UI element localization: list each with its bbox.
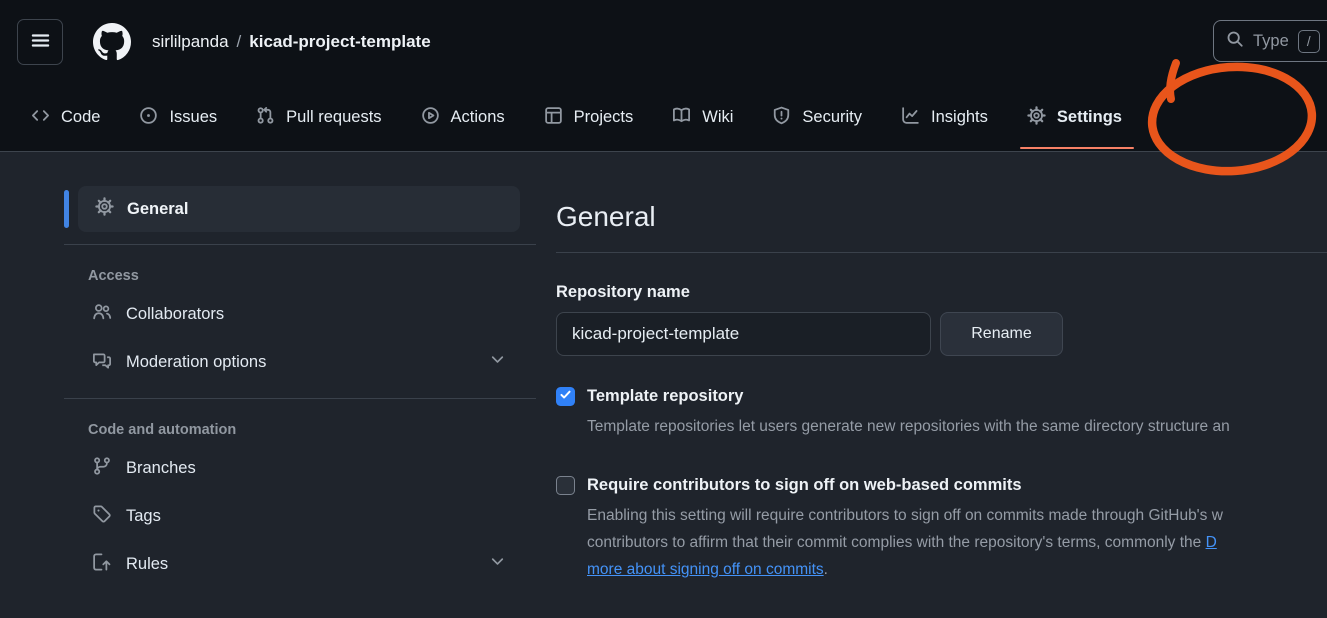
tab-code[interactable]: Code <box>31 84 100 151</box>
issue-opened-icon <box>139 106 158 130</box>
signoff-description-line1: Enabling this setting will require contr… <box>587 502 1327 529</box>
sidebar-item-collaborators[interactable]: Collaborators <box>64 290 536 338</box>
repository-name-input[interactable] <box>556 312 931 356</box>
sidebar-item-rules[interactable]: Rules <box>64 540 536 588</box>
tab-label: Security <box>802 108 862 127</box>
check-icon <box>559 388 572 406</box>
sidebar-item-label: Branches <box>126 459 506 478</box>
sidebar-item-label: Collaborators <box>126 305 506 324</box>
tab-actions[interactable]: Actions <box>421 84 505 151</box>
repository-name-row: Rename <box>556 312 1327 356</box>
tab-issues[interactable]: Issues <box>139 84 217 151</box>
breadcrumb-separator: / <box>229 32 250 52</box>
tab-pull-requests[interactable]: Pull requests <box>256 84 381 151</box>
sidebar-item-general-row: General <box>64 186 536 232</box>
hamburger-menu-button[interactable] <box>17 19 63 65</box>
settings-sidebar: General Access Collaborators Moderation … <box>64 186 536 588</box>
sidebar-item-tags[interactable]: Tags <box>64 492 536 540</box>
tag-icon <box>92 504 112 529</box>
signoff-description-line3: more about signing off on commits. <box>587 556 1327 583</box>
template-repository-checkbox[interactable] <box>556 387 575 406</box>
app-header: sirlilpanda / kicad-project-template Typ… <box>0 0 1327 152</box>
shield-icon <box>772 106 791 130</box>
tab-label: Projects <box>574 108 634 127</box>
tab-wiki[interactable]: Wiki <box>672 84 733 151</box>
rules-icon <box>92 552 112 577</box>
sidebar-divider <box>64 244 536 245</box>
sidebar-item-label: Moderation options <box>126 353 475 372</box>
code-icon <box>31 106 50 130</box>
three-bars-icon <box>30 30 51 54</box>
tab-label: Wiki <box>702 108 733 127</box>
tab-label: Issues <box>169 108 217 127</box>
template-repository-row: Template repository <box>556 387 1327 406</box>
sidebar-divider <box>64 398 536 399</box>
chevron-down-icon[interactable] <box>489 351 506 373</box>
rename-button[interactable]: Rename <box>940 312 1063 356</box>
tab-label: Code <box>61 108 100 127</box>
sidebar-item-label: General <box>127 200 188 219</box>
table-icon <box>544 106 563 130</box>
gear-icon <box>1027 106 1046 130</box>
sidebar-item-label: Rules <box>126 555 475 574</box>
sidebar-item-branches[interactable]: Branches <box>64 444 536 492</box>
tab-security[interactable]: Security <box>772 84 862 151</box>
github-logo-icon[interactable] <box>93 23 131 61</box>
slash-keycap: / <box>1298 30 1320 53</box>
signoff-row: Require contributors to sign off on web-… <box>556 476 1327 495</box>
tab-label: Pull requests <box>286 108 381 127</box>
git-branch-icon <box>92 456 112 481</box>
signoff-description-line2: contributors to affirm that their commit… <box>587 529 1327 556</box>
git-pull-request-icon <box>256 106 275 130</box>
repository-name-label: Repository name <box>556 283 1327 302</box>
search-placeholder: Type <box>1253 32 1289 51</box>
signing-off-link[interactable]: more about signing off on commits <box>587 561 824 578</box>
people-icon <box>92 302 112 327</box>
graph-icon <box>901 106 920 130</box>
template-repository-description: Template repositories let users generate… <box>587 413 1327 440</box>
chevron-down-icon[interactable] <box>489 553 506 575</box>
tab-insights[interactable]: Insights <box>901 84 988 151</box>
tab-label: Actions <box>451 108 505 127</box>
active-item-indicator <box>64 190 69 228</box>
content-divider <box>556 252 1327 253</box>
tab-label: Insights <box>931 108 988 127</box>
tab-label: Settings <box>1057 108 1122 127</box>
signoff-label[interactable]: Require contributors to sign off on web-… <box>587 476 1022 495</box>
tab-settings[interactable]: Settings <box>1027 84 1122 151</box>
sidebar-item-general[interactable]: General <box>78 186 520 232</box>
breadcrumb-repo-link[interactable]: kicad-project-template <box>249 32 430 52</box>
signoff-checkbox[interactable] <box>556 476 575 495</box>
breadcrumb-owner-link[interactable]: sirlilpanda <box>152 32 229 52</box>
comment-discussion-icon <box>92 350 112 375</box>
template-repository-label[interactable]: Template repository <box>587 387 743 406</box>
sidebar-section-access: Access <box>88 268 536 284</box>
sidebar-item-moderation-options[interactable]: Moderation options <box>64 338 536 386</box>
sidebar-item-label: Tags <box>126 507 506 526</box>
sidebar-section-code-and-automation: Code and automation <box>88 422 536 438</box>
settings-main-panel: General Repository name Rename Template … <box>556 186 1327 618</box>
tab-projects[interactable]: Projects <box>544 84 634 151</box>
dco-link[interactable]: D <box>1206 534 1217 551</box>
repo-tab-bar: Code Issues Pull requests Actions Projec… <box>0 84 1122 151</box>
book-icon <box>672 106 691 130</box>
search-input[interactable]: Type / <box>1213 20 1327 62</box>
gear-icon <box>95 197 114 221</box>
breadcrumb: sirlilpanda / kicad-project-template <box>152 0 431 84</box>
play-icon <box>421 106 440 130</box>
search-icon <box>1226 30 1244 53</box>
signoff-description: Enabling this setting will require contr… <box>587 502 1327 583</box>
page-title: General <box>556 186 1327 238</box>
